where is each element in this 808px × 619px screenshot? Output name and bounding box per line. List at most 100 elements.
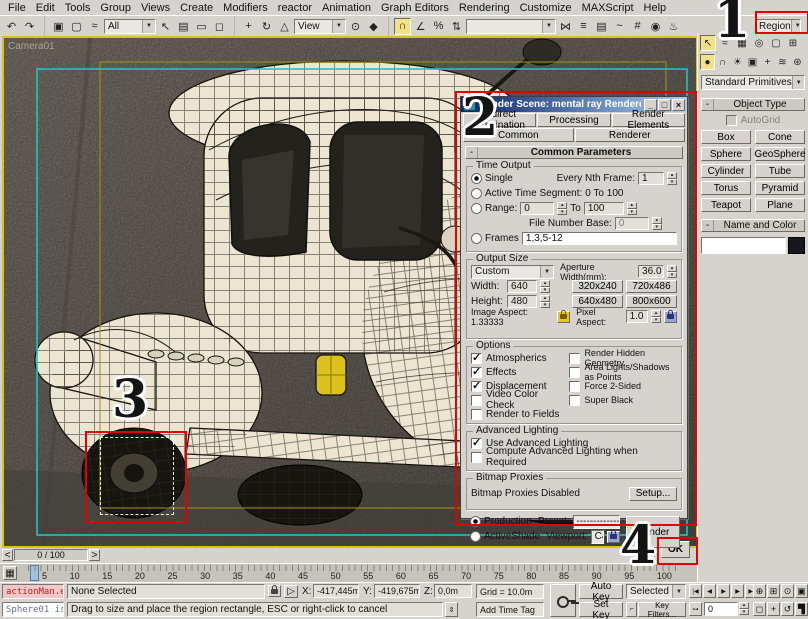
angle-snap-icon[interactable]: ∠ [412,18,429,35]
reference-coordinate-dropdown[interactable]: View▼ [294,19,346,34]
range-radio[interactable] [471,203,482,214]
percent-snap-icon[interactable]: % [430,18,447,35]
checkbox[interactable] [569,367,580,378]
active-time-segment-radio[interactable] [471,188,482,199]
object-type-button[interactable]: Tube [755,164,805,178]
checkbox[interactable] [471,438,482,449]
aperture-width-field[interactable]: 36.0 [638,265,664,278]
mirror-icon[interactable]: ⋈ [557,18,574,35]
maxscript-listener-input[interactable]: Sphere01 is 1 [2,602,64,617]
menu-item[interactable]: File [3,2,31,14]
output-size-preset-dropdown[interactable]: Custom▼ [471,265,554,279]
menu-item[interactable]: MAXScript [577,2,639,14]
category-geometry-icon[interactable]: ● [700,54,715,70]
key-selection-dropdown[interactable]: Selected▼ [626,584,686,599]
pan-icon[interactable]: + [767,602,780,616]
x-coordinate-field[interactable]: -417,445m [313,584,359,598]
resolution-preset-button[interactable]: 320x240 [572,280,623,293]
go-to-start-icon[interactable]: |◀ [689,584,702,598]
preset-dropdown[interactable]: ----------------▼ [573,515,621,529]
menu-item[interactable]: Animation [317,2,376,14]
menu-item[interactable]: Rendering [454,2,515,14]
menu-item[interactable]: Graph Editors [376,2,454,14]
width-spinner[interactable]: ▴▾ [540,280,550,293]
pixel-aspect-field[interactable]: 1.0 [626,310,648,323]
render-type-dropdown[interactable]: Region▼ [755,19,801,34]
menu-item[interactable]: Modifiers [218,2,273,14]
unlink-selection-icon[interactable]: ▢ [68,18,85,35]
menu-item[interactable]: Create [175,2,218,14]
viewport-camera-label[interactable]: Camera01 [8,41,55,52]
checkbox[interactable] [471,409,482,420]
menu-item[interactable]: Group [95,2,136,14]
align-icon[interactable]: ≡ [575,18,592,35]
object-type-button[interactable]: Cone [755,130,805,144]
range-to-field[interactable]: 100 [584,202,624,215]
checkbox[interactable] [471,452,482,463]
frames-radio[interactable] [471,233,482,244]
menu-item[interactable]: Tools [60,2,96,14]
curve-editor-icon[interactable]: ~ [611,18,628,35]
z-coordinate-field[interactable]: 0,0m [434,584,472,598]
bitmap-proxies-setup-button[interactable]: Setup... [629,487,677,501]
range-to-spinner[interactable]: ▴▾ [627,202,637,215]
rectangular-selection-region-icon[interactable]: ▭ [193,18,210,35]
select-and-rotate-icon[interactable]: ↻ [258,18,275,35]
material-editor-icon[interactable]: ◉ [647,18,664,35]
resolution-preset-button[interactable]: 800x600 [626,295,677,308]
category-spacewarps-icon[interactable]: ≋ [775,54,790,70]
image-aspect-lock-icon[interactable] [557,311,570,323]
file-number-base-field[interactable]: 0 [615,217,649,230]
autogrid-checkbox[interactable] [726,115,737,126]
select-and-scale-icon[interactable]: △ [276,18,293,35]
zoom-icon[interactable]: ⊕ [753,584,766,598]
track-pick-icon[interactable]: ⌐ [626,602,637,617]
snap-toggle-3d-icon[interactable]: ∩ [394,18,411,35]
file-number-spinner[interactable]: ▴▾ [652,217,662,230]
checkbox[interactable] [471,395,482,406]
frame-spinner[interactable]: ▴▾ [739,602,749,615]
time-slider-forward-icon[interactable]: > [89,549,100,561]
checkbox[interactable] [569,395,580,406]
auto-key-button[interactable]: Auto Key [579,584,623,599]
spinner-snap-icon[interactable]: ⇅ [448,18,465,35]
menu-item[interactable]: Views [136,2,175,14]
select-by-name-icon[interactable]: ▤ [175,18,192,35]
object-type-rollout[interactable]: - Object Type [701,98,805,111]
region-zoom-icon[interactable]: ◻ [753,602,766,616]
min-max-toggle-icon[interactable]: ▜ [795,602,808,616]
select-and-manipulate-icon[interactable]: ◆ [365,18,382,35]
dialog-tab[interactable]: Renderer [575,128,686,142]
window-crossing-icon[interactable]: ◻ [211,18,228,35]
checkbox[interactable] [471,353,482,364]
object-type-button[interactable]: Teapot [701,198,751,212]
zoom-extents-all-icon[interactable]: ▣ [795,584,808,598]
tab-utilities[interactable]: ⊞ [785,35,801,51]
layer-manager-icon[interactable]: ▤ [593,18,610,35]
category-lights-icon[interactable]: ☀ [730,54,745,70]
checkbox[interactable] [569,381,580,392]
current-frame-field[interactable]: 0 [704,602,738,616]
object-type-button[interactable]: Cylinder [701,164,751,178]
object-name-field[interactable] [701,237,786,254]
menu-item[interactable]: reactor [273,2,317,14]
schematic-view-icon[interactable]: # [629,18,646,35]
menu-item[interactable]: Customize [515,2,577,14]
render-scene-icon[interactable]: ♨ [665,18,682,35]
use-pivot-center-icon[interactable]: ⊙ [347,18,364,35]
category-shapes-icon[interactable]: ∩ [715,54,730,70]
selection-lock-icon[interactable] [268,585,281,597]
object-type-button[interactable]: Pyramid [755,181,805,195]
menu-item[interactable]: Help [639,2,672,14]
pixel-aspect-lock-icon[interactable] [664,311,677,323]
set-key-mode-button[interactable] [550,584,576,617]
every-nth-spinner[interactable]: ▴▾ [667,172,677,185]
add-time-tag[interactable]: Add Time Tag [476,602,544,617]
undo-icon[interactable]: ↶ [3,18,20,35]
subcategory-dropdown[interactable]: Standard Primitives▼ [701,75,805,90]
activeshade-radio[interactable] [470,531,481,542]
production-radio[interactable] [470,516,481,527]
viewport-dropdown[interactable]: Camera01▼ [591,530,604,544]
checkbox[interactable] [471,367,482,378]
dialog-tab[interactable]: Processing [537,113,610,127]
